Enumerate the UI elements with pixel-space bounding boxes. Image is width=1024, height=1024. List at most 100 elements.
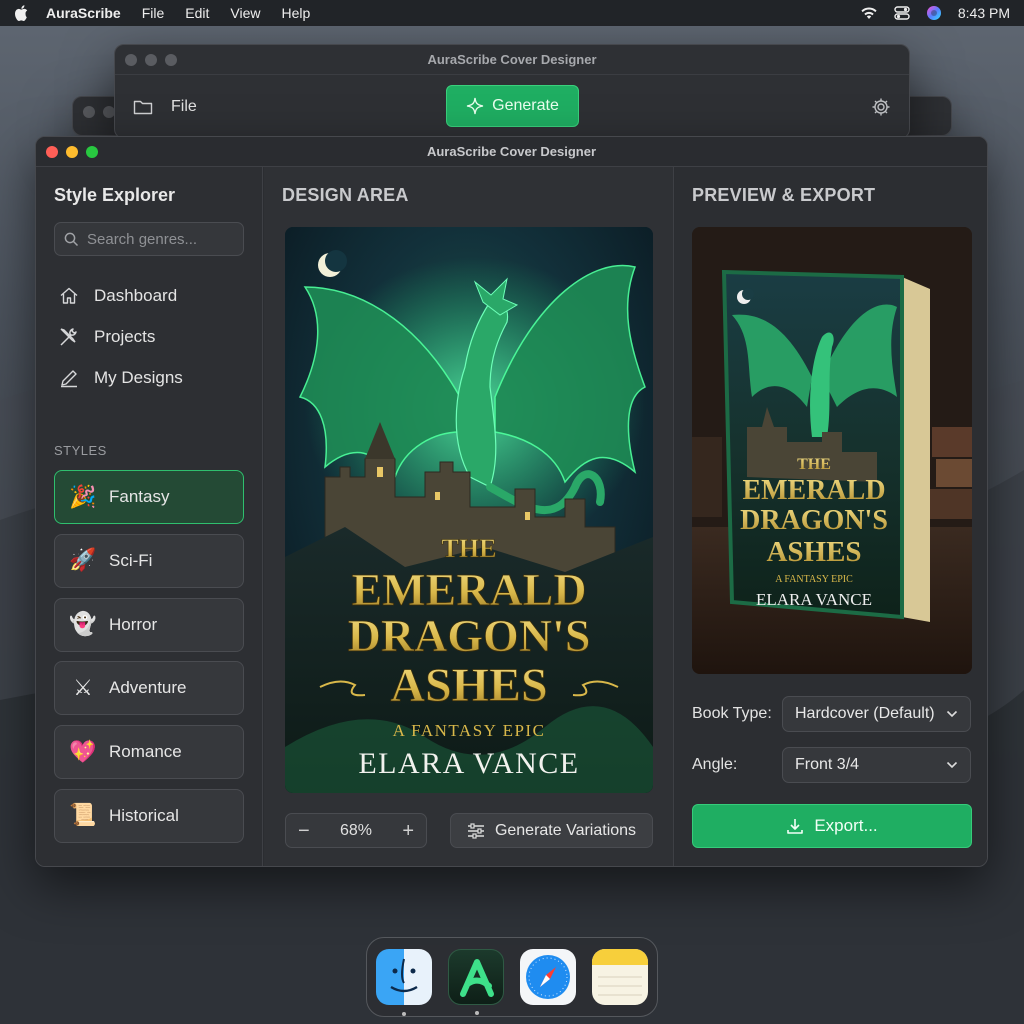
search-input[interactable] bbox=[87, 230, 237, 248]
book-cover-canvas[interactable]: THE EMERALD DRAGON'S ASHES A FANTASY EPI… bbox=[285, 227, 653, 793]
book-3d-preview[interactable]: THE EMERALD DRAGON'S ASHES A FANTASY EPI… bbox=[692, 227, 972, 674]
generate-button[interactable]: Generate bbox=[446, 85, 579, 127]
cover-artwork: THE EMERALD DRAGON'S ASHES A FANTASY EPI… bbox=[285, 227, 653, 793]
style-explorer-sidebar: Style Explorer Dashboard Projects My Des… bbox=[36, 167, 263, 866]
control-center-icon[interactable] bbox=[894, 6, 910, 20]
tools-icon bbox=[58, 326, 80, 348]
menu-bar: AuraScribe File Edit View Help 8:43 PM bbox=[0, 0, 1024, 26]
close-window-button[interactable] bbox=[46, 146, 58, 158]
apple-logo-icon[interactable] bbox=[14, 5, 28, 21]
sidebar-item-label: Projects bbox=[94, 326, 156, 346]
menu-clock[interactable]: 8:43 PM bbox=[958, 5, 1010, 21]
sidebar-item-dashboard[interactable]: Dashboard bbox=[58, 275, 183, 316]
generate-label: Generate bbox=[492, 97, 559, 114]
zoom-out-button[interactable]: − bbox=[298, 821, 310, 841]
mockup-subtitle: A FANTASY EPIC bbox=[775, 574, 853, 585]
sidebar-item-my-designs[interactable]: My Designs bbox=[58, 357, 183, 398]
angle-select[interactable]: Front 3/4 bbox=[782, 747, 971, 783]
design-area-panel: DESIGN AREA THE EMERALD DRAGON'S ASHES A… bbox=[264, 167, 674, 866]
search-icon bbox=[64, 232, 79, 246]
book-mockup-artwork: THE EMERALD DRAGON'S ASHES A FANTASY EPI… bbox=[692, 227, 972, 674]
design-area-title: DESIGN AREA bbox=[282, 185, 409, 205]
finder-icon[interactable] bbox=[376, 949, 432, 1016]
sidebar-nav: Dashboard Projects My Designs bbox=[58, 275, 183, 398]
heart-icon: 💖 bbox=[69, 739, 97, 765]
style-historical[interactable]: 📜 Historical bbox=[54, 788, 244, 843]
cover-author: ELARA VANCE bbox=[358, 747, 579, 780]
app-menu-name[interactable]: AuraScribe bbox=[46, 5, 121, 21]
running-indicator bbox=[402, 1012, 406, 1016]
ghost-icon: 👻 bbox=[69, 612, 97, 638]
title-bar: AuraScribe Cover Designer bbox=[115, 45, 909, 75]
cover-title-ashes: ASHES bbox=[390, 659, 547, 712]
background-window-1[interactable]: AuraScribe Cover Designer File Generate bbox=[114, 44, 910, 139]
file-button[interactable]: File bbox=[171, 98, 197, 116]
wifi-icon[interactable] bbox=[860, 6, 878, 20]
search-box[interactable] bbox=[54, 222, 244, 256]
siri-icon[interactable] bbox=[926, 5, 942, 21]
folder-icon[interactable] bbox=[133, 98, 153, 116]
menu-help[interactable]: Help bbox=[281, 5, 310, 21]
style-label: Historical bbox=[109, 805, 179, 825]
aurascribe-icon[interactable] bbox=[448, 949, 504, 1015]
window-controls bbox=[125, 54, 177, 66]
styles-section-label: STYLES bbox=[54, 443, 107, 458]
style-horror[interactable]: 👻 Horror bbox=[54, 597, 244, 652]
sparkle-icon bbox=[467, 97, 484, 115]
window-title: AuraScribe Cover Designer bbox=[427, 52, 597, 67]
download-icon bbox=[787, 819, 804, 834]
sidebar-title: Style Explorer bbox=[54, 185, 176, 205]
zoom-level: 68% bbox=[339, 821, 373, 839]
cover-title-emerald: EMERALD bbox=[351, 564, 586, 615]
style-adventure[interactable]: ⚔ Adventure bbox=[54, 661, 244, 716]
style-label: Romance bbox=[109, 742, 182, 762]
generate-variations-label: Generate Variations bbox=[494, 821, 637, 839]
style-sci-fi[interactable]: 🚀 Sci-Fi bbox=[54, 533, 244, 588]
preview-title: PREVIEW & EXPORT bbox=[692, 185, 876, 205]
book-type-select[interactable]: Hardcover (Default) bbox=[782, 696, 971, 732]
running-indicator bbox=[475, 1011, 479, 1015]
zoom-control: − 68% + bbox=[285, 813, 427, 848]
mockup-author: ELARA VANCE bbox=[756, 590, 872, 609]
party-popper-icon: 🎉 bbox=[69, 484, 97, 510]
cover-title-dragons: DRAGON'S bbox=[348, 610, 591, 661]
mockup-title-the: THE bbox=[797, 456, 831, 473]
pencil-icon bbox=[58, 367, 80, 389]
menu-edit[interactable]: Edit bbox=[185, 5, 209, 21]
zoom-in-button[interactable]: + bbox=[402, 821, 414, 841]
minimize-window-button[interactable] bbox=[66, 146, 78, 158]
style-fantasy[interactable]: 🎉 Fantasy bbox=[54, 470, 244, 524]
style-romance[interactable]: 💖 Romance bbox=[54, 725, 244, 780]
book-type-value: Hardcover (Default) bbox=[795, 705, 935, 722]
home-icon bbox=[58, 285, 80, 307]
style-label: Horror bbox=[109, 614, 158, 634]
style-label: Sci-Fi bbox=[109, 550, 153, 570]
safari-icon[interactable] bbox=[520, 949, 576, 1005]
dock bbox=[366, 937, 658, 1017]
zoom-window-button[interactable] bbox=[86, 146, 98, 158]
main-window[interactable]: AuraScribe Cover Designer Style Explorer… bbox=[35, 136, 988, 867]
notes-icon[interactable] bbox=[592, 949, 648, 1005]
export-button[interactable]: Export... bbox=[692, 804, 972, 848]
title-bar: AuraScribe Cover Designer bbox=[36, 137, 987, 167]
angle-value: Front 3/4 bbox=[795, 756, 860, 773]
chevron-down-icon bbox=[946, 710, 958, 718]
preview-export-panel: PREVIEW & EXPORT THE EMERALD DRAGON'S AS… bbox=[675, 167, 987, 866]
menu-view[interactable]: View bbox=[230, 5, 260, 21]
scroll-icon: 📜 bbox=[69, 803, 97, 829]
angle-label: Angle: bbox=[692, 756, 738, 773]
chevron-down-icon bbox=[946, 761, 958, 769]
gear-icon[interactable] bbox=[871, 97, 891, 117]
style-list: 🎉 Fantasy 🚀 Sci-Fi 👻 Horror ⚔ Adventure … bbox=[54, 470, 244, 853]
mockup-title-ashes: ASHES bbox=[766, 536, 861, 568]
mockup-title-emerald: EMERALD bbox=[742, 475, 885, 506]
sidebar-item-projects[interactable]: Projects bbox=[58, 316, 183, 357]
generate-variations-button[interactable]: Generate Variations bbox=[450, 813, 653, 848]
menu-file[interactable]: File bbox=[142, 5, 165, 21]
style-label: Fantasy bbox=[109, 487, 170, 506]
cover-subtitle: A FANTASY EPIC bbox=[393, 721, 546, 740]
mockup-title-dragons: DRAGON'S bbox=[740, 505, 888, 536]
crossed-swords-icon: ⚔ bbox=[73, 675, 93, 701]
book-type-row: Book Type: Hardcover (Default) bbox=[692, 696, 971, 732]
sidebar-item-label: My Designs bbox=[94, 367, 183, 387]
